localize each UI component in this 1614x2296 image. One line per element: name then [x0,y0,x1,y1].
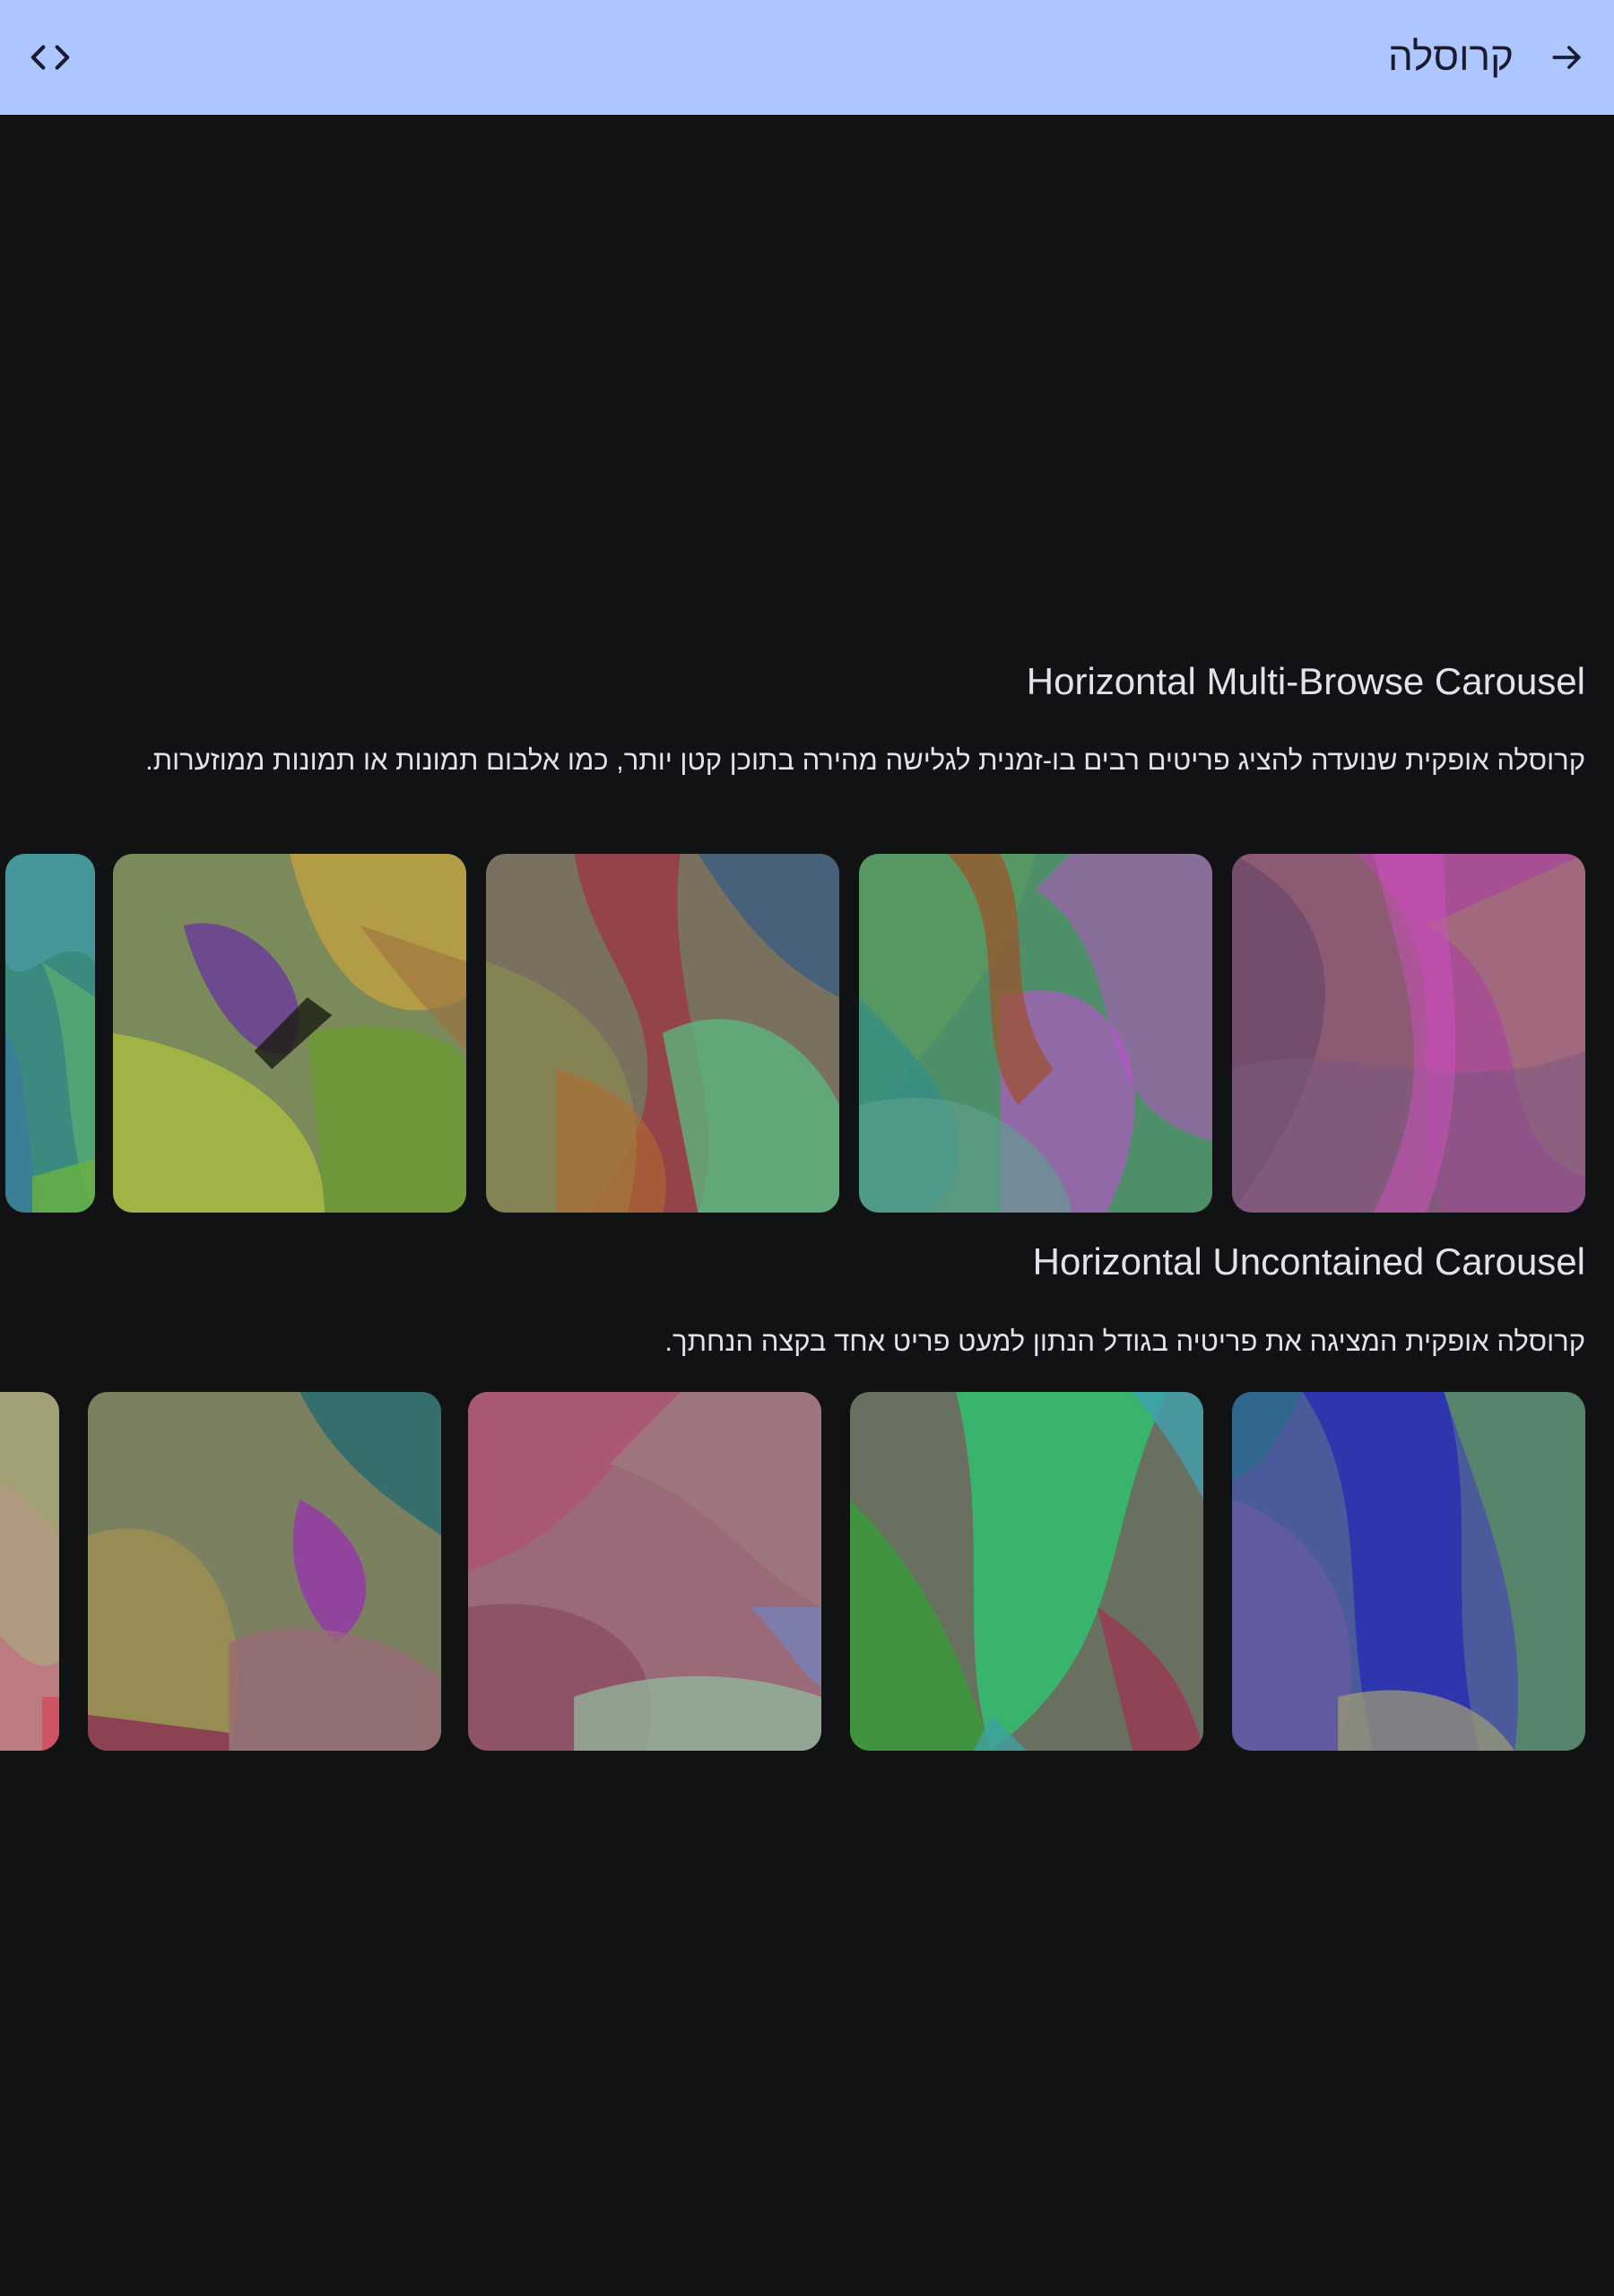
carousel-item[interactable] [1232,854,1585,1213]
carousel-item-image [486,854,839,1213]
carousel-item-image [113,854,466,1213]
carousel-item[interactable] [113,854,466,1213]
section-description-multi-browse: קרוסלה אופקית שנועדה להציג פריטים רבים ב… [145,744,1585,776]
top-app-bar: קרוסלה [0,0,1614,115]
carousel-item-image [468,1392,821,1751]
back-button[interactable] [1542,32,1592,83]
carousel-item[interactable] [859,854,1212,1213]
page-title: קרוסלה [1387,35,1514,79]
carousel-item[interactable] [486,854,839,1213]
carousel-item[interactable] [1232,1392,1585,1751]
section-description-uncontained: קרוסלה אופקית המציגה את פריטיה בגודל הנת… [664,1326,1585,1357]
carousel-item[interactable] [88,1392,441,1751]
carousel-item-image [850,1392,1203,1751]
carousel-item[interactable] [468,1392,821,1751]
carousel-item[interactable] [5,854,95,1213]
arrow-forward-icon [1552,46,1581,69]
code-icon [30,45,70,70]
carousel-item[interactable] [850,1392,1203,1751]
carousel-item-image [859,854,1212,1213]
carousel-item-image [5,854,95,1213]
section-title-multi-browse: Horizontal Multi-Browse Carousel [1026,660,1585,702]
view-code-button[interactable] [23,32,77,83]
carousel-item-image [0,1392,59,1751]
carousel-item-image [1232,1392,1585,1751]
carousel-item[interactable] [0,1392,59,1751]
section-title-uncontained: Horizontal Uncontained Carousel [1032,1240,1585,1283]
carousel-item-image [88,1392,441,1751]
carousel-item-image [1232,854,1585,1213]
